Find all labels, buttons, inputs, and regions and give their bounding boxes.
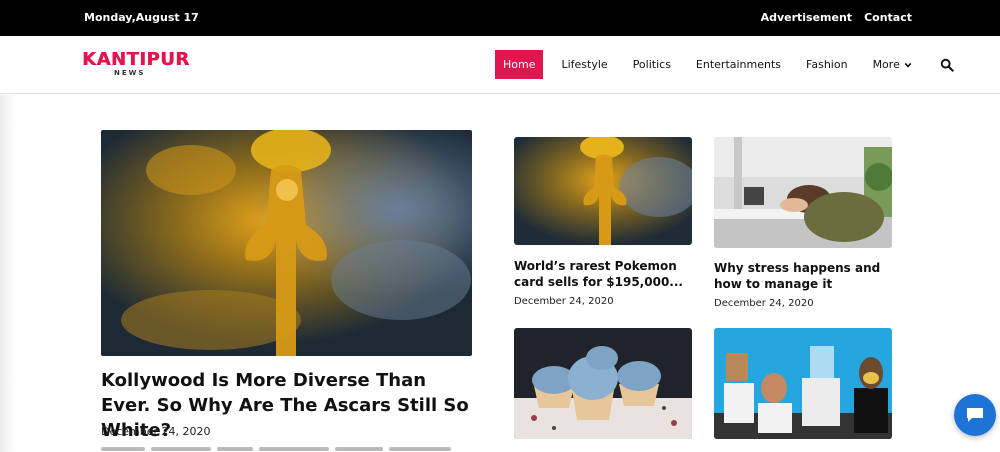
card-date-2: December 24, 2020 xyxy=(714,298,814,309)
card-image-3[interactable] xyxy=(514,328,692,439)
side-shadow xyxy=(0,95,16,452)
chat-button[interactable] xyxy=(954,394,996,436)
nav-fashion[interactable]: Fashion xyxy=(806,50,848,79)
main-nav: Home Lifestyle Politics Entertainments F… xyxy=(495,50,954,79)
advertisement-link[interactable]: Advertisement xyxy=(761,11,853,24)
logo-brand: KANTIPUR xyxy=(82,49,190,70)
card-image-4[interactable] xyxy=(714,328,892,439)
feature-date: December 24, 2020 xyxy=(101,425,211,438)
chevron-down-icon xyxy=(904,62,912,68)
top-bar: Monday,August 17 Advertisement Contact xyxy=(0,0,1000,36)
top-links: Advertisement Contact xyxy=(761,11,912,24)
site-logo[interactable]: KANTIPUR NEWS xyxy=(82,49,190,78)
card-title-2[interactable]: Why stress happens and how to manage it xyxy=(714,260,899,292)
card-title-1[interactable]: World’s rarest Pokemon card sells for $1… xyxy=(514,258,699,290)
contact-link[interactable]: Contact xyxy=(864,11,912,24)
feature-excerpt xyxy=(101,447,472,452)
nav-more[interactable]: More xyxy=(873,50,912,79)
nav-entertainments[interactable]: Entertainments xyxy=(696,50,781,79)
current-date: Monday,August 17 xyxy=(84,11,199,24)
nav-politics[interactable]: Politics xyxy=(633,50,671,79)
chat-bubble-icon xyxy=(967,408,983,422)
search-icon[interactable] xyxy=(940,58,954,72)
feature-image[interactable] xyxy=(101,130,472,356)
nav-home[interactable]: Home xyxy=(495,50,544,79)
nav-more-label: More xyxy=(872,58,900,71)
card-date-1: December 24, 2020 xyxy=(514,296,614,307)
nav-lifestyle[interactable]: Lifestyle xyxy=(561,50,607,79)
card-image-1[interactable] xyxy=(514,137,692,245)
logo-sub: NEWS xyxy=(114,69,146,77)
card-image-2[interactable] xyxy=(714,137,892,248)
site-header: KANTIPUR NEWS Home Lifestyle Politics En… xyxy=(0,36,1000,94)
